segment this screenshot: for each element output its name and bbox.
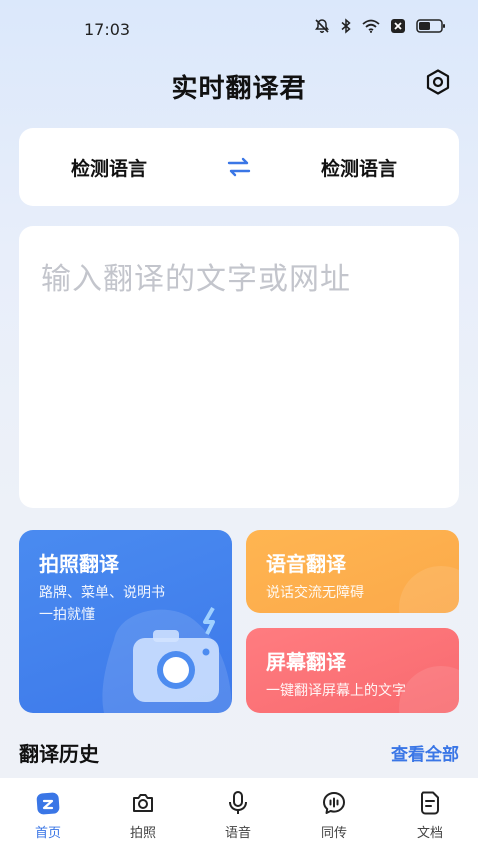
tab-label: 同传 bbox=[320, 826, 347, 841]
bottom-tab-bar: 首页 拍照 语音 同传 文档 bbox=[0, 778, 478, 850]
tab-label: 语音 bbox=[224, 826, 251, 841]
battery-icon bbox=[416, 19, 445, 33]
screen-translate-card[interactable]: 屏幕翻译 一键翻译屏幕上的文字 bbox=[246, 628, 459, 713]
status-bar: 17:03 bbox=[0, 0, 478, 60]
app-title: 实时翻译君 bbox=[171, 74, 307, 104]
swap-icon bbox=[227, 157, 251, 177]
voice-translate-card[interactable]: 语音翻译 说话交流无障碍 bbox=[246, 530, 459, 613]
photo-translate-line2: 一拍就懂 bbox=[39, 607, 95, 623]
camera-illustration-icon bbox=[133, 607, 219, 702]
home-icon bbox=[36, 792, 60, 815]
screen-translate-title: 屏幕翻译 bbox=[266, 650, 346, 674]
bluetooth-icon bbox=[341, 18, 351, 34]
tab-camera[interactable]: 拍照 bbox=[113, 790, 173, 841]
sim-off-icon bbox=[391, 19, 405, 33]
settings-button[interactable] bbox=[424, 68, 452, 96]
photo-translate-title: 拍照翻译 bbox=[39, 552, 119, 576]
tab-interpret[interactable]: 同传 bbox=[304, 790, 364, 841]
tab-label: 文档 bbox=[416, 826, 443, 841]
document-icon bbox=[421, 791, 439, 815]
app-header: 实时翻译君 bbox=[0, 60, 478, 110]
tab-label: 拍照 bbox=[129, 826, 156, 841]
voice-translate-subtitle: 说话交流无障碍 bbox=[266, 585, 364, 601]
photo-translate-line1: 路牌、菜单、说明书 bbox=[39, 585, 165, 601]
input-placeholder: 输入翻译的文字或网址 bbox=[41, 262, 351, 297]
tab-home[interactable]: 首页 bbox=[18, 790, 78, 841]
interpret-icon bbox=[323, 792, 345, 814]
microphone-icon bbox=[229, 791, 247, 814]
tab-label: 首页 bbox=[34, 826, 61, 841]
translate-input-area[interactable]: 输入翻译的文字或网址 bbox=[19, 226, 459, 508]
history-title: 翻译历史 bbox=[19, 742, 99, 766]
view-all-history-link[interactable]: 查看全部 bbox=[391, 740, 459, 765]
settings-hex-icon bbox=[426, 69, 450, 95]
source-language-button[interactable]: 检测语言 bbox=[71, 154, 147, 181]
mute-icon bbox=[315, 19, 329, 33]
status-time: 17:03 bbox=[84, 20, 131, 39]
language-selector: 检测语言 检测语言 bbox=[19, 128, 459, 206]
photo-translate-card[interactable]: 拍照翻译 路牌、菜单、说明书 一拍就懂 bbox=[19, 530, 232, 713]
target-language-button[interactable]: 检测语言 bbox=[321, 154, 397, 181]
screen-translate-subtitle: 一键翻译屏幕上的文字 bbox=[266, 683, 406, 699]
status-icons bbox=[314, 18, 446, 34]
camera-icon bbox=[133, 794, 153, 812]
tab-document[interactable]: 文档 bbox=[400, 790, 460, 841]
wifi-icon bbox=[362, 19, 380, 33]
swap-language-button[interactable] bbox=[226, 154, 252, 180]
voice-translate-title: 语音翻译 bbox=[266, 552, 346, 576]
tab-voice[interactable]: 语音 bbox=[208, 790, 268, 841]
